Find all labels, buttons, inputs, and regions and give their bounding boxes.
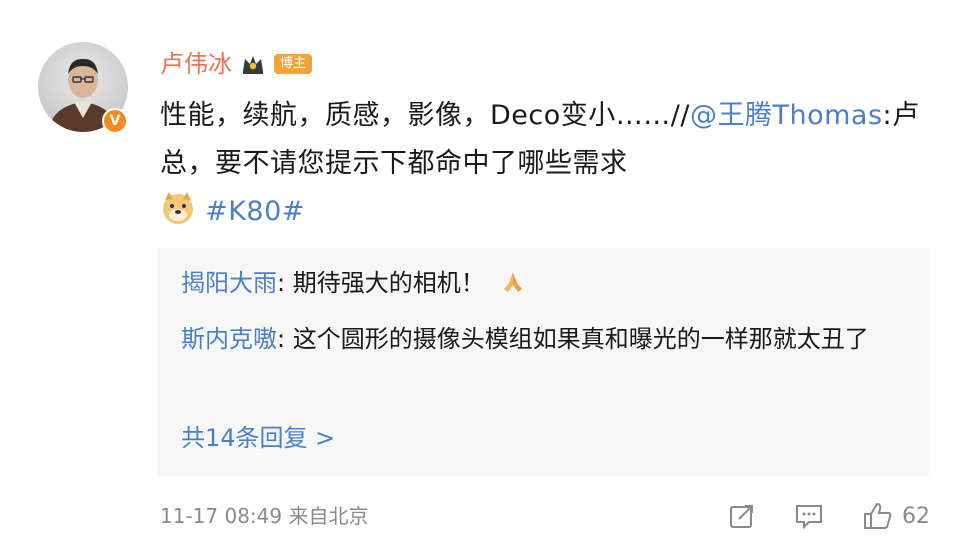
action-bar: 62: [728, 498, 930, 534]
comment-icon: [796, 505, 822, 530]
mention-link[interactable]: @王腾Thomas: [690, 100, 883, 131]
comment-button[interactable]: [794, 502, 824, 530]
reply-nick[interactable]: 斯内克嗷: [181, 325, 277, 353]
topic-link[interactable]: #K80#: [205, 196, 305, 227]
reply-text: : 这个圆形的摄像头模组如果真和曝光的一样那就太丑了: [277, 325, 869, 353]
reply-box: 揭阳大雨: 期待强大的相机！ 斯内克嗷: 这个圆形的摄像头模组如果真和曝光的一样…: [157, 248, 929, 476]
avatar-wrapper[interactable]: V: [38, 42, 128, 134]
reply-item: 揭阳大雨: 期待强大的相机！: [181, 262, 911, 304]
reply-text: : 期待强大的相机！: [277, 269, 485, 297]
author-row: 卢伟冰 博主: [160, 44, 313, 84]
praying-hands-emoji-icon: [504, 272, 523, 292]
post-meta: 11-17 08:49 来自北京: [160, 504, 369, 528]
like-count: 62: [902, 503, 930, 529]
post-text: 性能，续航，质感，影像，Deco变小……//: [160, 100, 690, 131]
verified-badge: V: [102, 108, 128, 134]
reply-nick[interactable]: 揭阳大雨: [181, 269, 277, 297]
like-button[interactable]: 62: [862, 501, 930, 531]
author-name[interactable]: 卢伟冰: [160, 48, 232, 80]
doge-emoji-icon: [163, 192, 193, 224]
crown-icon: [243, 56, 263, 74]
reply-item: 斯内克嗷: 这个圆形的摄像头模组如果真和曝光的一样那就太丑了: [181, 318, 911, 360]
author-tag: 博主: [274, 54, 313, 74]
post-footer: 11-17 08:49 来自北京 62: [160, 498, 930, 534]
thumbs-up-icon: [864, 502, 892, 529]
post-body: 性能，续航，质感，影像，Deco变小……//@王腾Thomas:卢总，要不请您提…: [160, 92, 930, 236]
repost-button[interactable]: [728, 502, 756, 530]
share-icon: [730, 505, 753, 528]
more-replies-link[interactable]: 共14条回复 >: [181, 418, 335, 458]
